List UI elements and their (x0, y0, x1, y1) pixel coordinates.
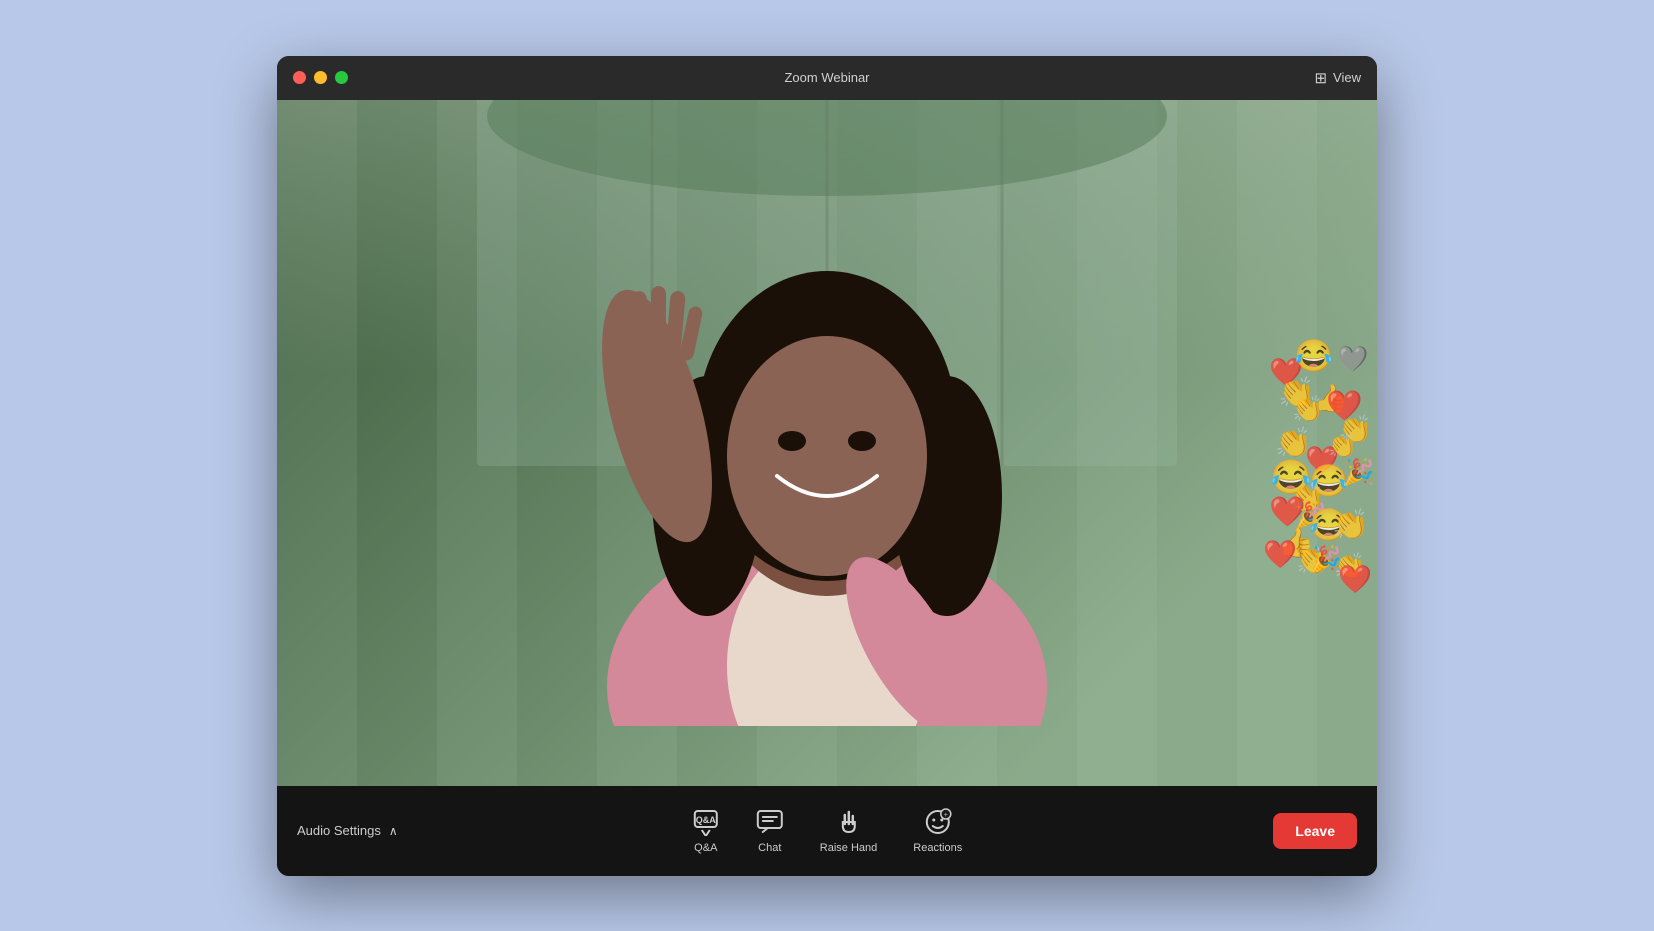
zoom-window: Zoom Webinar ⊞ View (277, 56, 1377, 876)
view-label: View (1333, 70, 1361, 85)
chat-label: Chat (758, 842, 781, 854)
minimize-button[interactable] (314, 71, 327, 84)
qa-icon: Q&A (692, 808, 720, 836)
titlebar: Zoom Webinar ⊞ View (277, 56, 1377, 100)
view-button[interactable]: ⊞ View (1314, 69, 1361, 87)
close-button[interactable] (293, 71, 306, 84)
grid-view-icon: ⊞ (1314, 69, 1327, 87)
reactions-label: Reactions (913, 842, 962, 854)
svg-text:Q&A: Q&A (696, 815, 717, 825)
toolbar: Audio Settings ∧ Q&A Q&A (277, 786, 1377, 876)
traffic-lights (293, 71, 348, 84)
window-title: Zoom Webinar (784, 70, 869, 85)
presenter-video (477, 100, 1177, 726)
svg-text:+: + (944, 812, 948, 819)
video-area: ❤️😂🩶👏👍❤️👏👏👏❤️👏😂😂🎉👏❤️🎉😂👏👍❤️👏🎉👏❤️ (277, 100, 1377, 786)
reactions-icon: + (924, 808, 952, 836)
leave-button-area: Leave (1273, 813, 1357, 849)
maximize-button[interactable] (335, 71, 348, 84)
audio-settings-area[interactable]: Audio Settings ∧ (297, 823, 398, 838)
chat-icon (756, 808, 784, 836)
raise-hand-label: Raise Hand (820, 842, 877, 854)
leave-button[interactable]: Leave (1273, 813, 1357, 849)
hand-icon (835, 808, 863, 836)
audio-chevron-icon: ∧ (389, 824, 398, 838)
reactions-button[interactable]: + Reactions (913, 808, 962, 854)
chat-button[interactable]: Chat (756, 808, 784, 854)
toolbar-buttons: Q&A Q&A Chat (692, 808, 962, 854)
raise-hand-button[interactable]: Raise Hand (820, 808, 877, 854)
qa-button[interactable]: Q&A Q&A (692, 808, 720, 854)
audio-settings-label: Audio Settings (297, 823, 381, 838)
qa-label: Q&A (694, 842, 717, 854)
